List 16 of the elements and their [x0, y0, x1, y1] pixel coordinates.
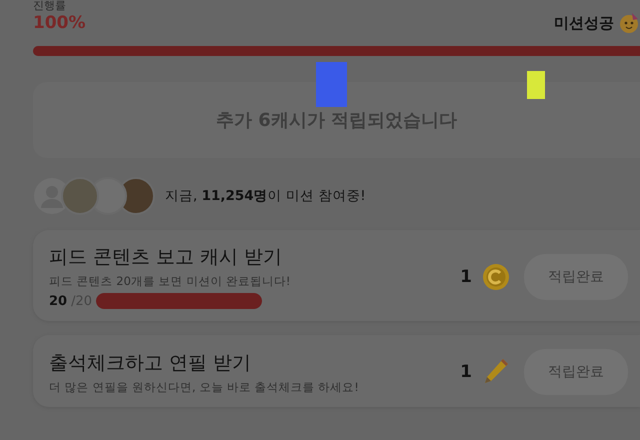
mission-title: 피드 콘텐츠 보고 캐시 받기: [49, 245, 284, 270]
mission-description: 더 많은 연필을 원하신다면, 오늘 바로 출석체크를 하세요!: [49, 380, 360, 394]
avatar-photo-placeholder: [61, 177, 99, 215]
reward-amount: 1: [460, 362, 472, 382]
participants-text: 지금, 11,254명이 미션 참여중!: [165, 187, 366, 205]
progress-percent: 100%: [33, 13, 86, 33]
confetti-piece: [527, 71, 545, 99]
party-face-icon: [618, 12, 640, 34]
progress-count: 20: [49, 294, 68, 308]
coin-icon: [482, 262, 510, 290]
reward-amount: 1: [460, 266, 472, 286]
mission-status: 미션성공: [554, 14, 614, 32]
mission-title: 출석체크하고 연필 받기: [49, 350, 252, 376]
mission-description: 피드 콘텐츠 20개를 보면 미션이 완료됩니다!: [49, 274, 292, 289]
progress-label: 진행률: [33, 0, 67, 12]
confetti-piece: [316, 62, 347, 107]
